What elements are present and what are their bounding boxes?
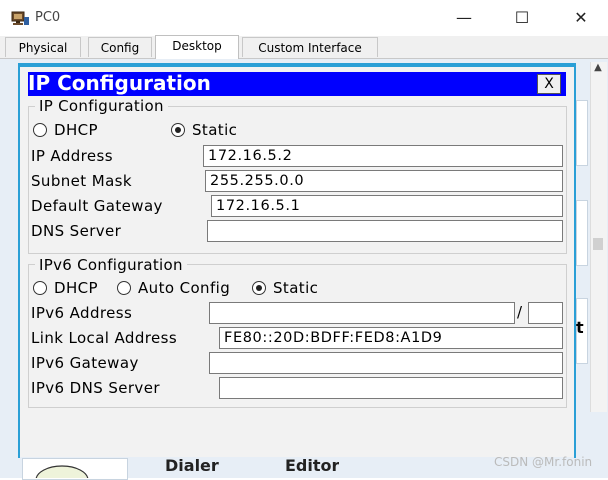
ipv6-address-field[interactable] [209, 302, 515, 324]
pc-app-icon [11, 11, 29, 25]
desktop-tile-label-fragment: t [576, 318, 584, 337]
ipv6-address-label: IPv6 Address [31, 304, 133, 322]
watermark: CSDN @Mr.fonin [494, 455, 593, 469]
ipv4-static-radio[interactable] [171, 123, 185, 137]
ipv6-static-radio[interactable] [252, 281, 266, 295]
tab-desktop[interactable]: Desktop [155, 35, 239, 59]
ipv4-dhcp-radio[interactable] [33, 123, 47, 137]
ipv4-dhcp-label: DHCP [54, 121, 98, 139]
desktop-tile [576, 200, 588, 266]
scroll-thumb[interactable] [593, 238, 603, 250]
ipv6-gateway-label: IPv6 Gateway [31, 354, 139, 372]
dialog-close-button[interactable]: X [537, 74, 561, 94]
tab-custom-interface[interactable]: Custom Interface [242, 37, 378, 57]
ipv6-group-legend: IPv6 Configuration [35, 256, 187, 274]
window-title: PC0 [35, 10, 61, 25]
ipv6-gateway-field[interactable] [209, 352, 563, 374]
editor-label: Editor [285, 456, 340, 475]
dns-server-field[interactable] [207, 220, 563, 242]
desktop-tile [576, 100, 588, 166]
link-local-address-field[interactable]: FE80::20D:BDFF:FED8:A1D9 [219, 327, 563, 349]
ipv4-static-label: Static [192, 121, 238, 139]
ipv6-auto-config-label: Auto Config [138, 279, 231, 297]
ip-address-label: IP Address [31, 147, 113, 165]
subnet-mask-label: Subnet Mask [31, 172, 132, 190]
ipv6-dns-server-field[interactable] [219, 377, 563, 399]
dialer-icon [35, 465, 89, 478]
prefix-separator: / [517, 303, 523, 321]
tab-physical[interactable]: Physical [5, 37, 81, 57]
tab-config[interactable]: Config [88, 37, 152, 57]
vertical-scrollbar[interactable] [590, 62, 607, 412]
ipv6-dns-server-label: IPv6 DNS Server [31, 379, 160, 397]
ipv6-auto-config-radio[interactable] [117, 281, 131, 295]
ipv4-group-legend: IP Configuration [35, 97, 168, 115]
dialer-label: Dialer [165, 456, 219, 475]
ipv6-dhcp-label: DHCP [54, 279, 98, 297]
dialog-title: IP Configuration [28, 71, 211, 95]
scroll-up-arrow-icon[interactable]: ▲ [590, 62, 606, 76]
ip-address-field[interactable]: 172.16.5.2 [203, 145, 563, 167]
default-gateway-field[interactable]: 172.16.5.1 [211, 195, 563, 217]
maximize-button[interactable]: ☐ [508, 6, 536, 30]
default-gateway-label: Default Gateway [31, 197, 163, 215]
minimize-button[interactable]: — [450, 6, 478, 30]
ipv6-static-label: Static [273, 279, 319, 297]
close-window-button[interactable]: ✕ [567, 6, 595, 30]
ipv6-prefix-field[interactable] [528, 302, 563, 324]
ipv6-dhcp-radio[interactable] [33, 281, 47, 295]
subnet-mask-field[interactable]: 255.255.0.0 [205, 170, 563, 192]
link-local-address-label: Link Local Address [31, 329, 178, 347]
dns-server-label: DNS Server [31, 222, 122, 240]
